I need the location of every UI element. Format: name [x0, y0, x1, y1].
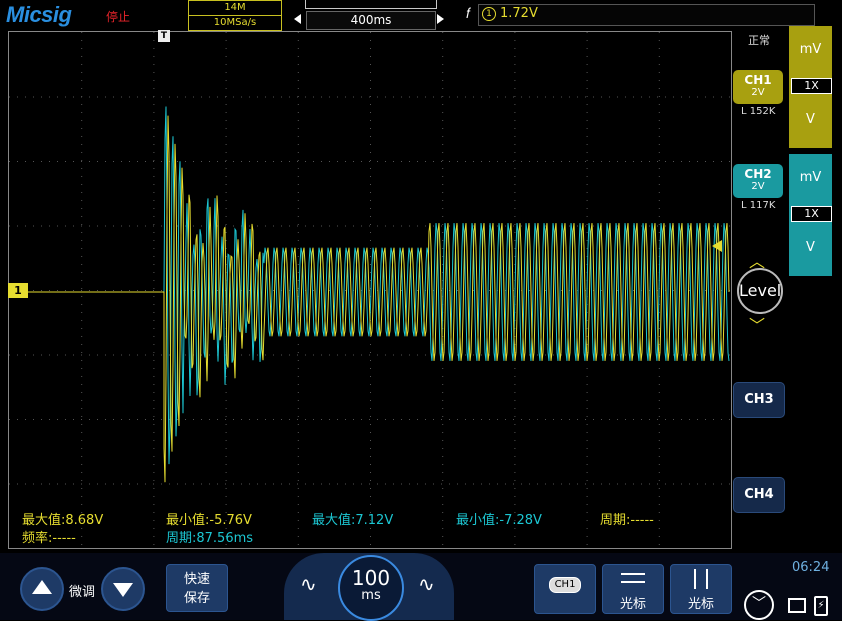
ch1-unit-mv[interactable]: mV [789, 42, 832, 57]
ch1-label: CH1 [744, 73, 772, 87]
arrow-up-icon [32, 580, 52, 594]
trigger-channel-badge: 1 [482, 7, 496, 21]
chevron-down-circle-icon[interactable]: ﹀ [744, 590, 774, 620]
ch2-max-measure: 最大值:7.12V [312, 513, 394, 528]
ch1-limit: L 152K [741, 106, 776, 117]
rising-edge-icon: 𝑓 [466, 6, 471, 22]
horizontal-cursor-icon [621, 573, 645, 583]
waveform-svg [9, 32, 730, 545]
arrow-down-icon [113, 583, 133, 597]
ch1-offset-marker[interactable]: 1 [8, 283, 28, 298]
timebase-position-bar[interactable] [305, 0, 437, 9]
channel-chip: CH1 [549, 577, 581, 593]
ch2-label: CH2 [744, 167, 772, 181]
ch2-unit-mv[interactable]: mV [789, 170, 832, 185]
ch2-probe-ratio[interactable]: 1X [791, 206, 832, 222]
trigger-level-button[interactable]: Level [737, 268, 783, 314]
ch2-min-measure: 最小值:-7.28V [456, 513, 542, 528]
battery-icon: ⚡ [814, 596, 828, 616]
time-right-arrow-icon[interactable] [437, 14, 444, 24]
ch2-button[interactable]: CH2 2V [733, 164, 783, 198]
run-state-label[interactable]: 停止 [106, 8, 130, 25]
ch1-probe-ratio[interactable]: 1X [791, 78, 832, 94]
ch1-unit-panel[interactable]: mV 1X V [789, 26, 832, 148]
ch1-trace [9, 115, 730, 483]
acquisition-mode[interactable]: 正常 [748, 32, 770, 48]
waveform-display[interactable] [8, 31, 732, 549]
brand-logo: Micsig [6, 2, 72, 27]
memory-depth[interactable]: 14M [188, 0, 282, 16]
ch2-period-measure: 周期:87.56ms [166, 531, 254, 546]
ch1-frequency-measure: 频率:----- [22, 531, 76, 546]
monitor-icon[interactable] [788, 598, 806, 613]
ch3-button[interactable]: CH3 [733, 382, 785, 418]
graticule-grid [9, 32, 730, 545]
clock: 06:24 [792, 560, 830, 575]
level-down-chevron-icon[interactable]: ﹀ [749, 312, 765, 336]
quick-save-label-1: 快速 [183, 572, 210, 587]
vertical-cursor-icon [694, 569, 708, 589]
vertical-cursor-button[interactable]: 光标 [670, 564, 732, 614]
ch2-unit-v[interactable]: V [789, 240, 832, 255]
ch2-limit: L 117K [741, 200, 776, 211]
sample-rate[interactable]: 10MSa/s [188, 15, 282, 31]
fine-up-button[interactable] [20, 567, 64, 611]
ch1-period-measure: 周期:----- [600, 513, 654, 528]
ch2-scale: 2V [751, 181, 765, 192]
cursor-channel-select-button[interactable]: CH1 [534, 564, 596, 614]
sine-wave-icon[interactable]: ∿ [418, 572, 435, 596]
knob-unit: ms [361, 588, 381, 603]
trigger-level-arrow-icon[interactable] [712, 240, 722, 252]
ch4-button[interactable]: CH4 [733, 477, 785, 513]
knob-value: 100 [351, 566, 391, 590]
time-left-arrow-icon[interactable] [294, 14, 301, 24]
ch1-button[interactable]: CH1 2V [733, 70, 783, 104]
timebase-knob[interactable]: 100 ms [338, 555, 404, 621]
trigger-level: 1.72V [500, 6, 538, 21]
sine-wave-icon[interactable]: ∿ [300, 572, 317, 596]
quick-save-label-2: 保存 [183, 591, 210, 606]
ch2-unit-panel[interactable]: mV 1X V [789, 154, 832, 276]
timebase-display[interactable]: 400ms [306, 11, 436, 30]
cursor-label: 光标 [619, 597, 646, 612]
quick-save-button[interactable]: 快速 保存 [166, 564, 228, 612]
horizontal-cursor-button[interactable]: 光标 [602, 564, 664, 614]
ch1-min-measure: 最小值:-5.76V [166, 513, 252, 528]
fine-down-button[interactable] [101, 567, 145, 611]
ch1-scale: 2V [751, 87, 765, 98]
fine-adjust-label: 微调 [69, 585, 96, 600]
cursor-label: 光标 [687, 597, 714, 612]
trigger-position-marker[interactable]: T [158, 30, 170, 42]
ch1-unit-v[interactable]: V [789, 112, 832, 127]
ch1-max-measure: 最大值:8.68V [22, 513, 104, 528]
